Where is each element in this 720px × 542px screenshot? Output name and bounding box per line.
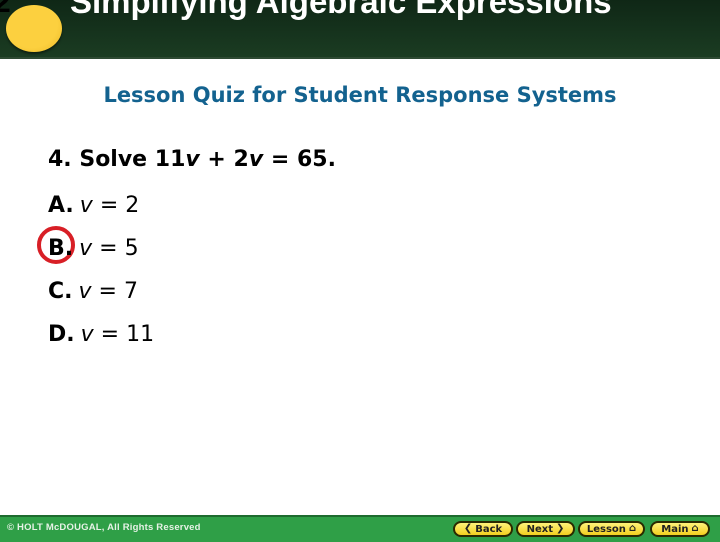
- quiz-subtitle: Lesson Quiz for Student Response Systems: [103, 83, 617, 107]
- yellow-circle-icon: [6, 5, 62, 52]
- back-button-label: Back: [475, 523, 503, 535]
- copyright-text: © HOLT McDOUGAL, All Rights Reserved: [7, 522, 201, 533]
- main-button[interactable]: Main ⌂: [650, 521, 710, 537]
- chevron-right-icon: ❯: [556, 523, 565, 534]
- option-variable: v: [79, 193, 93, 218]
- term2-variable: v: [248, 147, 264, 172]
- term1-variable: v: [185, 147, 200, 172]
- option-letter: A.: [48, 193, 74, 218]
- option-value: = 2: [99, 193, 140, 218]
- slide-footer: © HOLT McDOUGAL, All Rights Reserved ❮ B…: [0, 515, 720, 542]
- question-number: 4.: [48, 147, 72, 172]
- option-value: = 7: [98, 279, 138, 304]
- option-value: = 11: [100, 322, 155, 347]
- option-letter: D.: [48, 322, 75, 347]
- next-button[interactable]: Next ❯: [516, 521, 575, 537]
- back-button[interactable]: ❮ Back: [453, 521, 513, 537]
- lesson-button-label: Lesson: [586, 523, 626, 535]
- option-letter: B.: [48, 236, 74, 261]
- option-variable: v: [80, 322, 94, 347]
- option-b[interactable]: B. v = 5: [48, 236, 139, 261]
- option-c[interactable]: C. v = 7: [48, 279, 138, 304]
- option-letter: C.: [48, 279, 73, 304]
- right-hand-side: = 65.: [270, 147, 336, 172]
- option-a[interactable]: A. v = 2: [48, 193, 139, 218]
- question-prefix: Solve: [79, 147, 148, 172]
- option-variable: v: [78, 279, 92, 304]
- lesson-button[interactable]: Lesson ⌂: [578, 521, 645, 537]
- term1-coefficient: 11: [154, 147, 186, 172]
- main-button-label: Main: [661, 523, 689, 535]
- option-value: = 5: [99, 236, 139, 261]
- term2-coefficient: 2: [233, 147, 249, 172]
- question-text: 4. Solve 11v + 2v = 65.: [48, 147, 336, 172]
- home-icon: ⌂: [628, 523, 637, 534]
- slide-title: Simplifying Algebraic Expressions: [70, 0, 612, 20]
- chevron-left-icon: ❮: [463, 523, 473, 534]
- home-icon: ⌂: [691, 523, 699, 534]
- slide-header: 2 Simplifying Algebraic Expressions: [0, 0, 720, 59]
- option-variable: v: [79, 236, 93, 261]
- next-button-label: Next: [526, 523, 553, 535]
- option-d[interactable]: D. v = 11: [48, 322, 154, 347]
- operator: +: [207, 147, 226, 172]
